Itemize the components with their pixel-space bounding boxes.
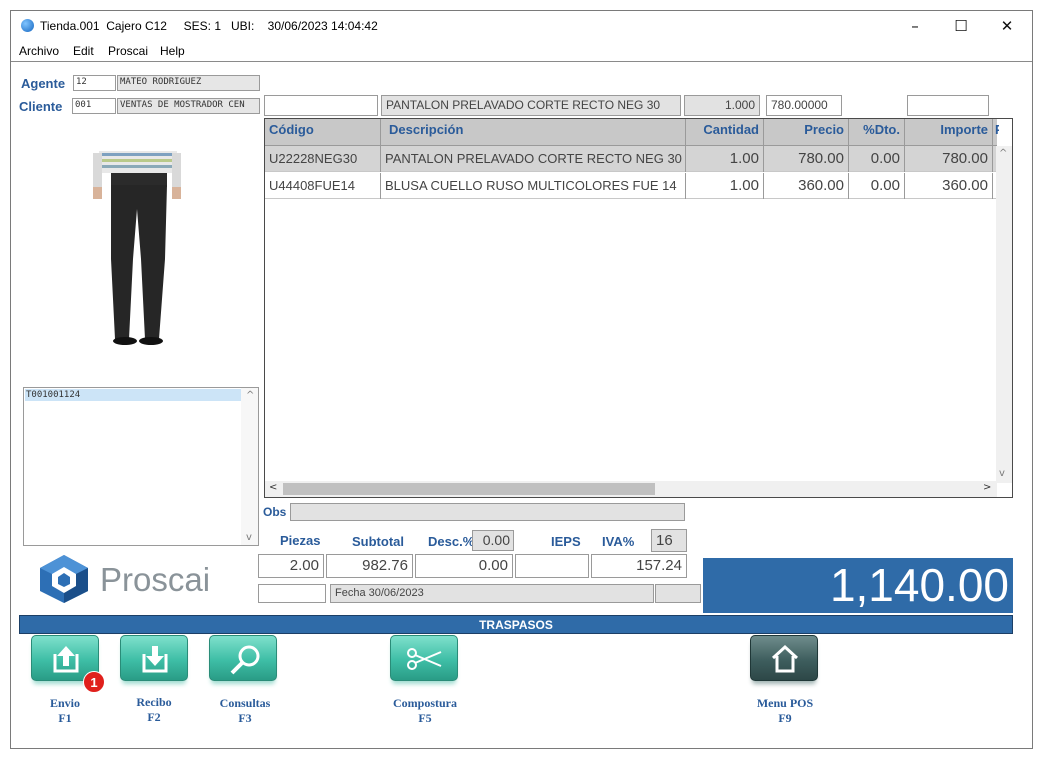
envio-notification-badge: 1 [83,671,105,693]
table-row[interactable]: U22228NEG30 PANTALON PRELAVADO CORTE REC… [265,146,997,172]
iva-label: IVA% [602,534,635,549]
scroll-right-icon[interactable]: > [983,482,991,493]
total-display: 1,140.00 [703,558,1013,613]
entry-description-field: PANTALON PRELAVADO CORTE RECTO NEG 30 [381,95,681,116]
menu-proscai[interactable]: Proscai [108,44,148,58]
scroll-left-icon[interactable]: < [269,482,277,493]
cell-dto: 0.00 [849,173,905,199]
minimize-button[interactable]: – [895,15,935,37]
descuento-pct-field: 0.00 [472,530,514,551]
close-button[interactable]: ✕ [987,15,1027,37]
menu-bar: Archivo Edit Proscai Help [11,42,1032,62]
menu-help[interactable]: Help [160,44,185,58]
scissors-icon [407,648,442,670]
iva-value: 157.24 [591,554,687,578]
horizontal-scroll-thumb[interactable] [283,483,655,495]
cliente-name-field: VENTAS DE MOSTRADOR CEN [117,98,260,114]
cell-codigo: U44408FUE14 [265,173,381,199]
download-icon [142,646,168,673]
home-icon [771,644,799,673]
ieps-label: IEPS [551,534,581,549]
ticket-list[interactable]: T001001124 ^ v [23,387,259,546]
recibo-button[interactable] [120,635,188,681]
fecha-extra-field [655,584,701,603]
compostura-button-label: Compostura F5 [392,696,457,725]
scroll-up-icon[interactable]: ^ [246,390,254,401]
piezas-label: Piezas [280,533,321,548]
entry-quantity-field: 1.000 [684,95,760,116]
cell-precio: 780.00 [764,146,849,172]
subtotal-value: 982.76 [326,554,413,578]
title-bar: Tienda.001 Cajero C12 SES: 1 UBI: 30/06/… [11,11,1032,41]
iva-pct-field: 16 [651,529,687,552]
col-importe[interactable]: Importe [905,119,993,146]
fecha-field: Fecha 30/06/2023 [330,584,654,603]
proscai-logo-icon [40,555,88,603]
app-globe-icon [21,19,34,32]
cell-descripcion: BLUSA CUELLO RUSO MULTICOLORES FUE 14 [381,173,686,199]
menu-pos-button[interactable] [750,635,818,681]
menu-archivo[interactable]: Archivo [19,44,59,58]
grid-vertical-scrollbar[interactable]: ^ v [996,146,1012,483]
ticket-list-scrollbar[interactable]: ^ v [241,388,258,545]
cell-importe: 780.00 [905,146,993,172]
recibo-button-label: Recibo F2 [136,695,172,724]
section-title-bar: TRASPASOS [19,615,1013,634]
agente-name-field: MATEO RODRIGUEZ [117,75,260,91]
col-descripcion[interactable]: Descripción [381,119,686,146]
cell-cantidad: 1.00 [686,173,764,199]
consultas-button[interactable] [209,635,277,681]
items-grid: Código Descripción Cantidad Precio %Dto.… [264,118,1013,498]
product-image [93,151,181,345]
cell-precio: 360.00 [764,173,849,199]
pos-window: Tienda.001 Cajero C12 SES: 1 UBI: 30/06/… [10,10,1033,749]
scroll-up-icon[interactable]: ^ [999,148,1007,159]
cell-cantidad: 1.00 [686,146,764,172]
cell-codigo: U22228NEG30 [265,146,381,172]
cliente-code-field[interactable]: 001 [72,98,116,114]
envio-button-label: Envio F1 [49,696,80,725]
magnifier-icon [230,645,260,675]
col-codigo[interactable]: Código [265,119,381,146]
subtotal-label: Subtotal [352,534,404,549]
upload-icon [53,646,79,673]
ieps-value [515,554,589,578]
entry-price-field[interactable]: 780.00000 [766,95,842,116]
window-title: Tienda.001 Cajero C12 SES: 1 UBI: 30/06/… [40,19,378,33]
col-dto[interactable]: %Dto. [849,119,905,146]
table-row[interactable]: U44408FUE14 BLUSA CUELLO RUSO MULTICOLOR… [265,173,997,199]
col-precio[interactable]: Precio [764,119,849,146]
compostura-button[interactable] [390,635,458,681]
ticket-list-selected-item[interactable]: T001001124 [25,389,241,401]
obs-label: Obs [263,505,287,519]
cell-descripcion: PANTALON PRELAVADO CORTE RECTO NEG 30 [381,146,686,172]
scroll-down-icon[interactable]: v [999,468,1005,479]
proscai-logo-text: Proscai [100,561,211,598]
menu-pos-button-label: Menu POS F9 [756,696,814,725]
scroll-down-icon[interactable]: v [246,532,252,543]
agente-label: Agente [21,76,66,91]
col-cantidad[interactable]: Cantidad [686,119,764,146]
menu-edit[interactable]: Edit [73,44,94,58]
grid-horizontal-scrollbar[interactable]: < > [265,481,997,497]
maximize-button[interactable]: ☐ [941,15,981,37]
descuento-value: 0.00 [415,554,513,578]
fecha-code-field[interactable] [258,584,326,603]
cell-importe: 360.00 [905,173,993,199]
cliente-label: Cliente [19,99,63,114]
entry-code-input[interactable] [264,95,378,116]
agente-code-field[interactable]: 12 [73,75,116,91]
cell-dto: 0.00 [849,146,905,172]
entry-extra-field[interactable] [907,95,989,116]
piezas-value: 2.00 [258,554,324,578]
descuento-label: Desc.% [428,534,475,549]
obs-field[interactable] [290,503,685,521]
col-p[interactable]: P [993,119,999,146]
consultas-button-label: Consultas F3 [219,696,271,725]
grid-header: Código Descripción Cantidad Precio %Dto.… [265,119,999,146]
